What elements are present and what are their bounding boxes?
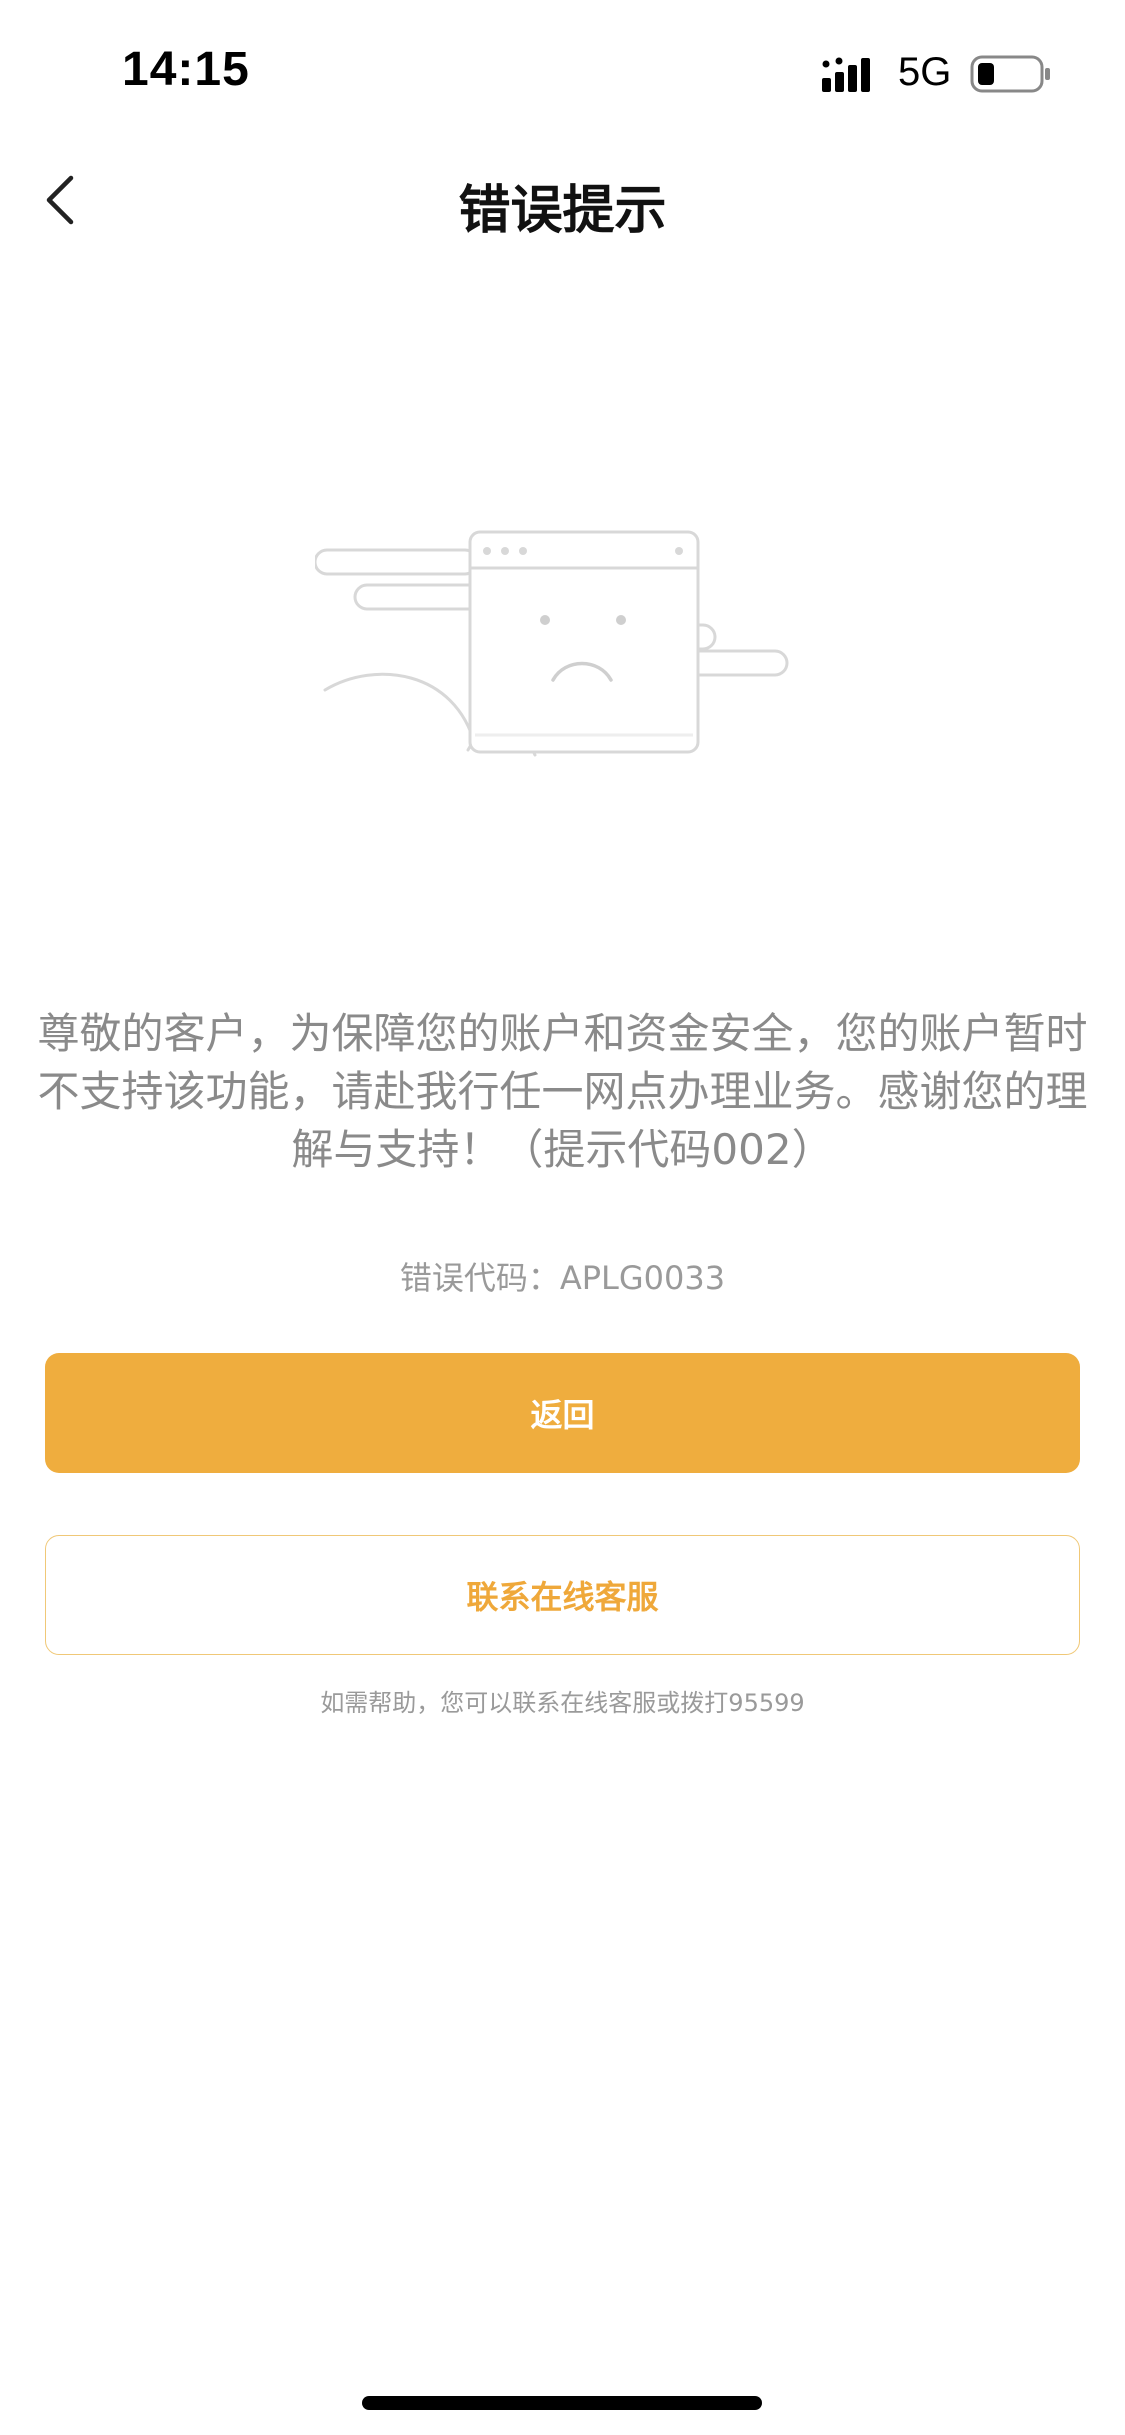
back-return-label: 返回 — [530, 1396, 595, 1434]
help-text: 如需帮助，您可以联系在线客服或拨打95599 — [320, 1689, 805, 1717]
contact-online-service-label: 联系在线客服 — [466, 1578, 659, 1616]
nav-bar: 错误提示 — [0, 150, 1125, 250]
status-time: 14:15 — [122, 43, 250, 96]
sad-browser-window-illustration — [315, 530, 789, 757]
status-bar: 14:15 5G — [0, 0, 1125, 150]
error-code: 错误代码：APLG0033 — [399, 1259, 726, 1297]
home-indicator[interactable] — [362, 2396, 762, 2410]
page-title: 错误提示 — [458, 181, 667, 241]
back-return-button[interactable]: 返回 — [45, 1353, 1080, 1473]
contact-online-service-button[interactable]: 联系在线客服 — [45, 1535, 1080, 1655]
network-label: 5G — [898, 50, 952, 94]
signal-icon — [822, 57, 870, 92]
error-message: 尊敬的客户，为保障您的账户和资金安全，您的账户暂时不支持该功能，请赴我行任一网点… — [37, 1009, 1088, 1174]
battery-icon — [970, 55, 1050, 93]
